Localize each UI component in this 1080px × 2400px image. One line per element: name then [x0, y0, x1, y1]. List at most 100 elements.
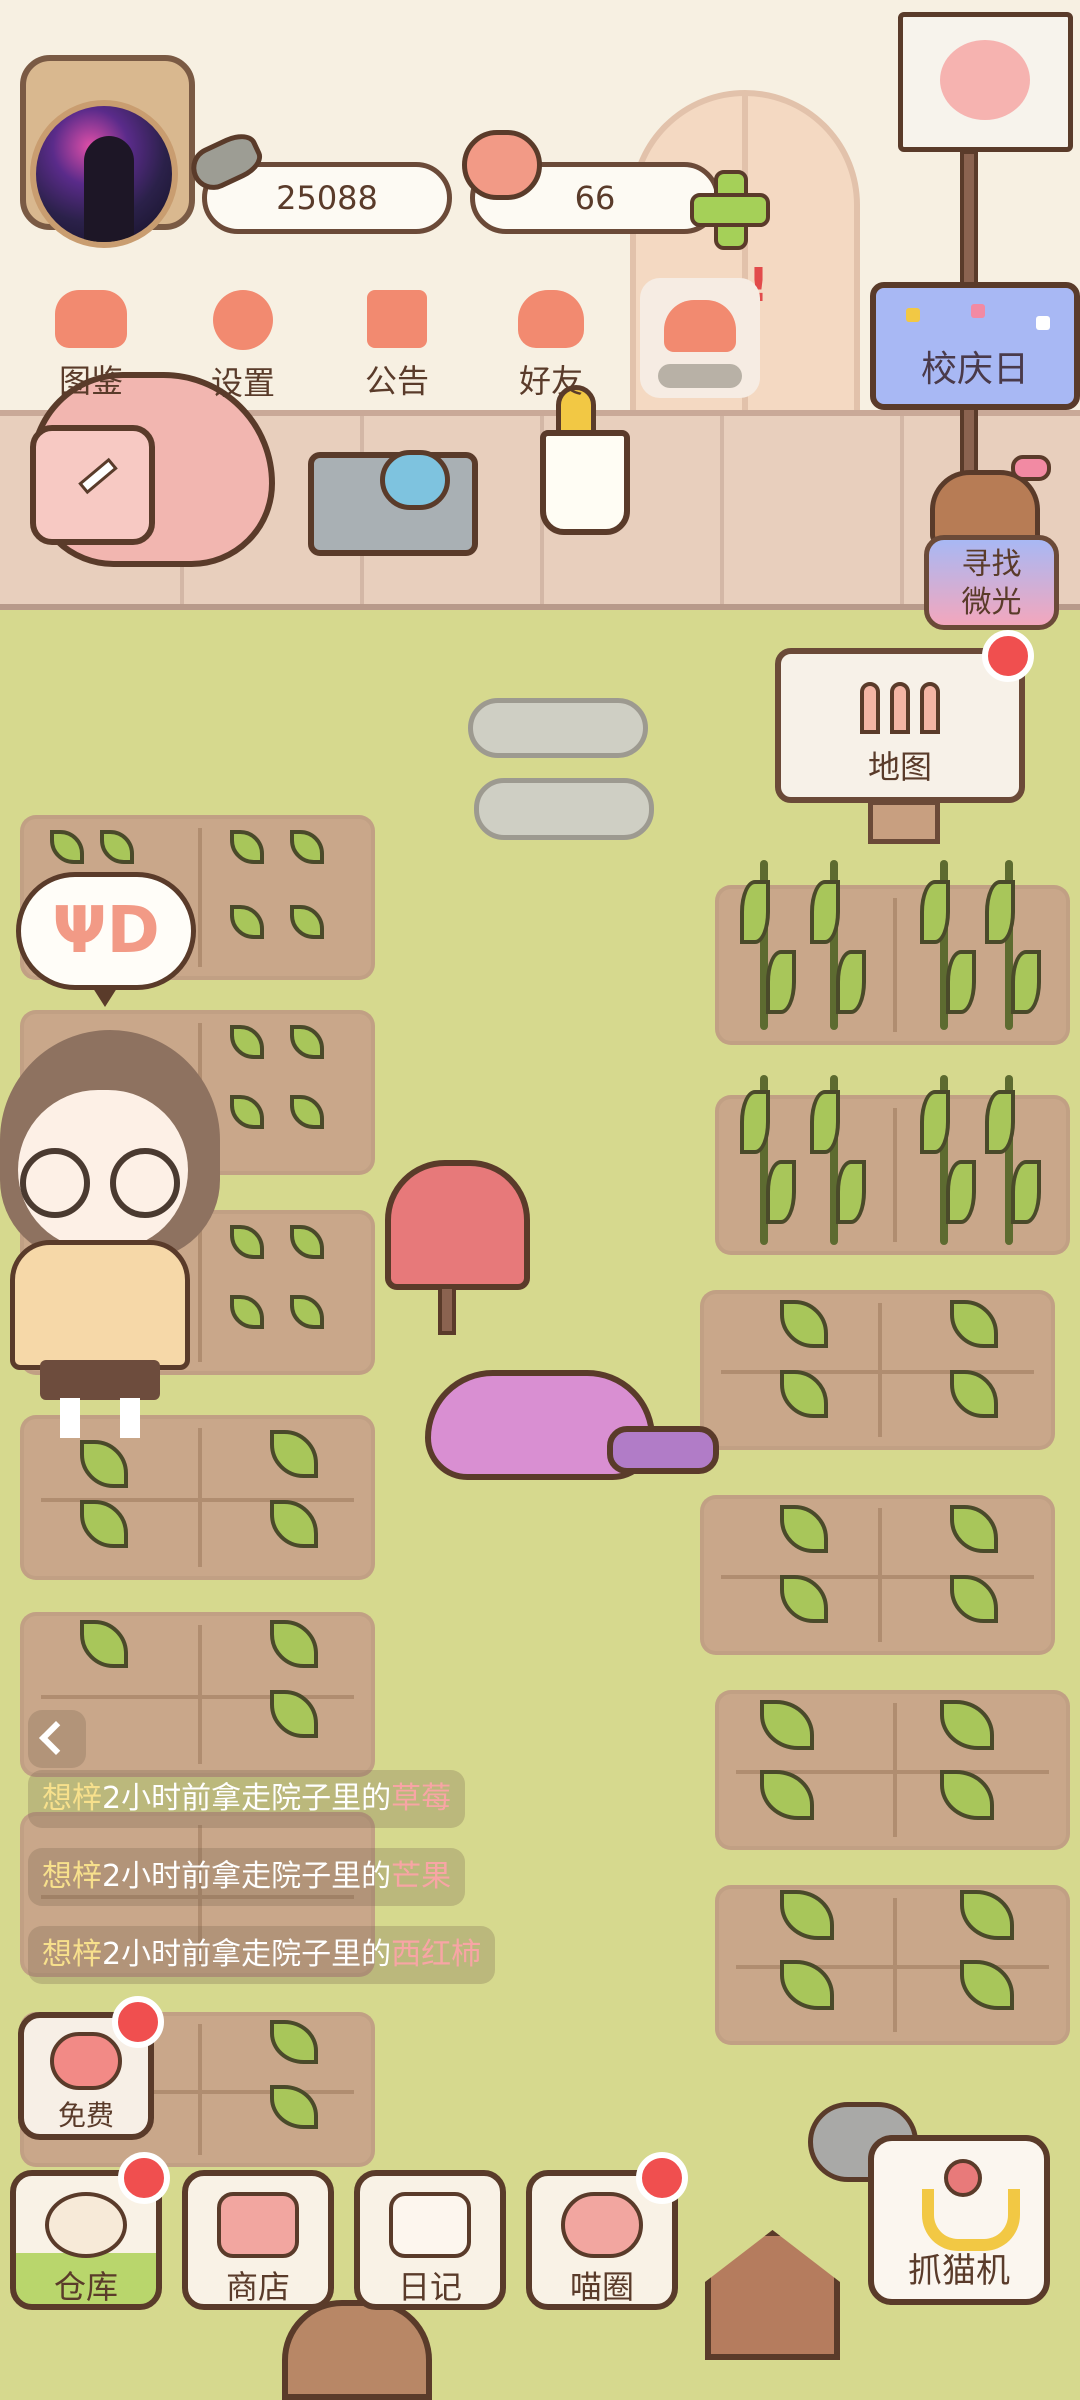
map-fence-icon: [860, 682, 940, 734]
menu-settings-label: 设置: [210, 364, 275, 402]
avatar-figure: [84, 136, 134, 242]
dock-diary-button[interactable]: 日记: [354, 2170, 506, 2310]
fork-spoon-icon: ΨD: [52, 894, 160, 968]
leaf-icon: [836, 1160, 866, 1224]
free-notification-dot: [112, 1996, 164, 2048]
activity-feed-item: 想梓2小时前拿走院子里的芒果: [28, 1848, 466, 1906]
plot-divider: [197, 1223, 202, 1362]
activity-feed-item: 想梓2小时前拿走院子里的草莓: [28, 1770, 466, 1828]
glasses-icon: [110, 1148, 180, 1218]
pen-icon: [78, 457, 118, 495]
farm-plot[interactable]: [700, 1495, 1055, 1655]
stepping-stone: [474, 778, 654, 840]
leaf-icon: [766, 1160, 796, 1224]
leaf-icon: [920, 880, 950, 944]
pot-icon: [380, 450, 450, 510]
character-legs: [60, 1398, 140, 1438]
feed-user: 想梓: [42, 1937, 102, 1972]
avatar[interactable]: [30, 100, 178, 248]
confetti-icon: [1036, 316, 1050, 330]
feed-collapse-button[interactable]: [28, 1710, 86, 1768]
find-glimmer-button[interactable]: 寻找 微光: [924, 535, 1059, 630]
cat-face-icon: [55, 290, 127, 348]
hungry-speech-bubble[interactable]: ΨD: [16, 872, 196, 1007]
menu-catalog-button[interactable]: 图鉴: [26, 290, 156, 410]
leaf-icon: [920, 1090, 950, 1154]
plot-divider: [892, 1107, 897, 1243]
map-notification-dot: [982, 630, 1034, 682]
sleeping-cat[interactable]: [425, 1370, 719, 1480]
gift-icon: [367, 290, 427, 348]
dock-diary-label: 日记: [397, 2268, 462, 2306]
menu-announcement-button[interactable]: 公告: [332, 290, 462, 410]
stepping-stone: [468, 698, 648, 758]
menu-settings-button[interactable]: 设置: [178, 290, 308, 410]
farm-plot[interactable]: [20, 1415, 375, 1580]
plot-divider: [721, 1370, 1034, 1374]
heart-icon: [462, 130, 542, 200]
feed-item-name: 芒果: [391, 1859, 452, 1894]
leaf-icon: [810, 880, 840, 944]
confetti-icon: [971, 304, 985, 318]
dock-shop-button[interactable]: 商店: [182, 2170, 334, 2310]
leaf-icon: [740, 880, 770, 944]
menu-announcement-label: 公告: [364, 362, 429, 400]
leaf-icon: [1011, 1160, 1041, 1224]
cat-circle-notification-dot: [636, 2152, 688, 2204]
cup-holder[interactable]: [540, 430, 630, 535]
coin-count: 25088: [276, 179, 378, 217]
plot-divider: [197, 828, 202, 967]
feed-item-name: 西红柿: [391, 1937, 482, 1972]
feed-user: 想梓: [42, 1859, 102, 1894]
heart-hands-icon: [664, 300, 736, 352]
feed-text: 2小时前拿走院子里的: [102, 1859, 392, 1894]
dock-warehouse-label: 仓库: [53, 2268, 118, 2306]
menu-catalog-label: 图鉴: [58, 362, 123, 400]
find-glimmer-label-1: 寻找: [961, 547, 1022, 582]
leaf-icon: [766, 950, 796, 1014]
leaf-icon: [836, 950, 866, 1014]
feed-text: 2小时前拿走院子里的: [102, 1781, 392, 1816]
bow-icon: [1011, 455, 1051, 481]
claw-machine-button[interactable]: 抓猫机: [868, 2135, 1050, 2305]
plot-divider: [721, 1575, 1034, 1579]
leaf-icon: [985, 880, 1015, 944]
flower-emblem-icon: [940, 40, 1030, 120]
calendar-checkin-button[interactable]: [30, 425, 155, 545]
diary-icon: [389, 2192, 471, 2258]
menu-friends-button[interactable]: 好友: [486, 290, 616, 410]
menu-friends-label: 好友: [518, 362, 583, 400]
confetti-icon: [906, 308, 920, 322]
sign-post: [868, 800, 940, 844]
leaf-icon: [1011, 950, 1041, 1014]
warehouse-notification-dot: [118, 2152, 170, 2204]
find-glimmer-label-2: 微光: [961, 585, 1022, 620]
school-anniversary-event-button[interactable]: 校庆日: [870, 282, 1080, 410]
gear-icon: [213, 290, 273, 350]
interaction-progress-bar: [658, 364, 742, 388]
leaf-icon: [946, 950, 976, 1014]
warehouse-icon: [45, 2192, 127, 2258]
character-skirt: [40, 1360, 160, 1400]
interaction-button[interactable]: [640, 278, 760, 398]
heart-count: 66: [574, 179, 616, 217]
heart-face-icon: [50, 2032, 122, 2090]
farm-plot[interactable]: [700, 1290, 1055, 1450]
mailbox[interactable]: [385, 1160, 530, 1290]
friends-icon: [518, 290, 584, 348]
fence-plank: [900, 416, 904, 604]
feed-item-name: 草莓: [391, 1781, 452, 1816]
feed-user: 想梓: [42, 1781, 102, 1816]
event-banner-label: 校庆日: [920, 349, 1029, 390]
fence-plank: [720, 416, 724, 604]
activity-feed-item: 想梓2小时前拿走院子里的西红柿: [28, 1926, 496, 1984]
bucket: [282, 2300, 432, 2400]
add-hearts-plus-icon[interactable]: [690, 170, 770, 250]
leaf-icon: [946, 1160, 976, 1224]
cat-mascot-icon: [930, 455, 1051, 545]
character-sweater: [10, 1240, 190, 1370]
shop-icon: [217, 2192, 299, 2258]
feed-text: 2小时前拿走院子里的: [102, 1937, 392, 1972]
mailbox-post: [438, 1285, 456, 1335]
farm-plot[interactable]: [715, 1885, 1070, 2045]
